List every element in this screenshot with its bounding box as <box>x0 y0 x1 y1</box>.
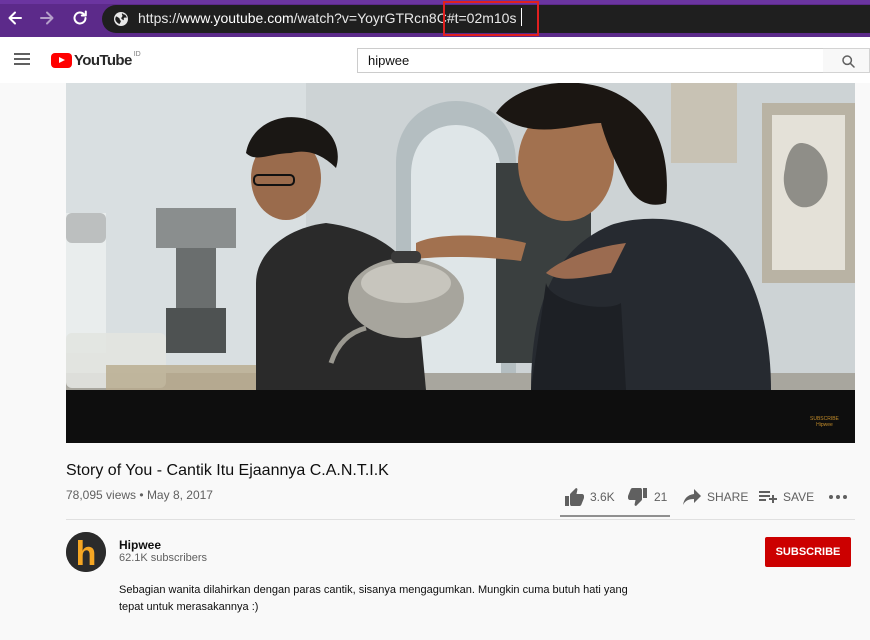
share-label: SHARE <box>707 490 749 504</box>
save-button[interactable]: SAVE <box>759 484 814 510</box>
svg-text:h: h <box>76 535 97 572</box>
like-button[interactable]: 3.6K <box>564 484 615 510</box>
watermark-subtext: Hipwee <box>816 422 833 428</box>
channel-avatar[interactable]: h <box>66 532 106 572</box>
hamburger-menu-icon[interactable] <box>14 53 30 65</box>
thumbs-up-icon <box>565 488 584 506</box>
sentiment-like-fill <box>560 515 670 517</box>
video-description: Sebagian wanita dilahirkan dengan paras … <box>119 584 628 613</box>
section-divider <box>66 519 855 520</box>
video-player[interactable]: SUBSCRIBE Hipwee <box>66 83 855 443</box>
like-count: 3.6K <box>590 490 615 504</box>
logo-wordmark: YouTube <box>74 51 132 69</box>
back-arrow-icon[interactable] <box>5 8 25 28</box>
subscriber-count: 62.1K subscribers <box>119 552 208 564</box>
video-frame[interactable] <box>66 83 855 390</box>
country-code: ID <box>133 50 141 58</box>
youtube-header: YouTube ID <box>0 37 870 83</box>
search-box[interactable] <box>357 48 824 73</box>
publish-date: May 8, 2017 <box>146 488 213 502</box>
dislike-count: 21 <box>654 490 668 504</box>
search-input[interactable] <box>358 49 823 72</box>
channel-logo-icon: h <box>66 532 106 572</box>
youtube-logo[interactable]: YouTube ID <box>51 50 141 70</box>
channel-watermark[interactable]: SUBSCRIBE Hipwee <box>810 416 839 428</box>
view-count: 78,095 views <box>66 488 137 502</box>
globe-icon <box>114 12 128 26</box>
search-button[interactable] <box>823 48 870 73</box>
dislike-button[interactable]: 21 <box>628 484 667 510</box>
meta-separator: • <box>139 488 144 502</box>
youtube-play-icon <box>51 52 72 68</box>
more-horizontal-icon <box>829 495 847 499</box>
browser-toolbar: https://www.youtube.com/watch?v=YoyrGTRc… <box>0 0 870 37</box>
playlist-add-icon <box>759 491 777 503</box>
video-meta: 78,095 views • May 8, 2017 <box>66 488 213 502</box>
search-icon <box>842 55 855 68</box>
share-arrow-icon <box>683 489 701 505</box>
video-title: Story of You - Cantik Itu Ejaannya C.A.N… <box>66 462 389 479</box>
more-actions-button[interactable] <box>828 484 854 510</box>
save-label: SAVE <box>783 490 815 504</box>
video-scene <box>66 83 855 390</box>
forward-arrow-icon[interactable] <box>37 8 57 28</box>
url-fragment-highlight-box <box>443 1 539 36</box>
reload-icon[interactable] <box>70 8 90 28</box>
sentiment-bar <box>560 515 670 517</box>
thumbs-down-icon <box>628 488 647 506</box>
channel-name[interactable]: Hipwee <box>119 538 161 552</box>
subscribe-button[interactable]: SUBSCRIBE <box>765 537 851 567</box>
share-button[interactable]: SHARE <box>683 484 748 510</box>
